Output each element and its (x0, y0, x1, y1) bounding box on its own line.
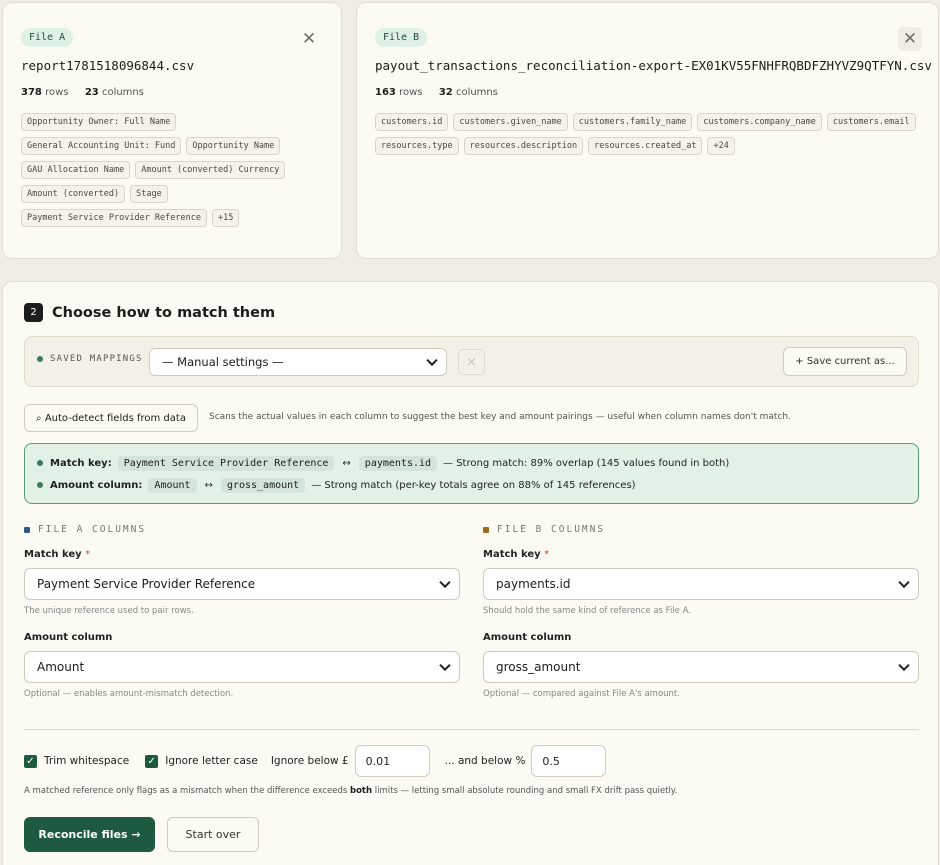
file-b-card: File B ✕ payout_transactions_reconciliat… (356, 2, 939, 259)
step-number-badge: 2 (24, 303, 43, 322)
column-chip: resources.created_at (588, 137, 703, 155)
trim-whitespace-checkbox[interactable]: ✓ (24, 754, 37, 768)
file-b-match-key-help: Should hold the same kind of reference a… (483, 606, 691, 616)
file-a-marker-icon (24, 526, 30, 533)
file-b-column-list: customers.id customers.given_name custom… (375, 113, 920, 155)
file-b-match-key-select[interactable]: payments.id (483, 568, 919, 600)
bidirectional-arrow-icon: ↔ (342, 457, 351, 469)
file-a-column-count: 23 (84, 87, 99, 98)
clear-mapping-button[interactable]: × (458, 349, 485, 375)
saved-mappings-select[interactable]: — Manual settings — (149, 348, 447, 376)
detected-amount-a: Amount (148, 477, 197, 493)
chevron-down-icon (898, 659, 910, 672)
file-a-tag: File A (21, 28, 74, 47)
tolerance-options: ✓ Trim whitespace ✓ Ignore letter case I… (24, 745, 607, 777)
saved-mappings-bar: SAVED MAPPINGS — Manual settings — × + S… (24, 336, 919, 387)
step-header: 2 Choose how to match them (24, 303, 275, 322)
column-chip: Opportunity Owner: Full Name (21, 113, 177, 131)
column-chip: customers.given_name (453, 113, 568, 131)
chevron-down-icon (439, 576, 451, 589)
close-icon[interactable]: ✕ (898, 27, 922, 51)
and-below-label: ... and below % (444, 755, 526, 767)
file-b-rows-label: rows (399, 87, 423, 98)
close-icon[interactable]: ✕ (297, 27, 321, 51)
trim-whitespace-label: Trim whitespace (44, 755, 130, 767)
file-a-match-key-label: Match key * (24, 549, 91, 560)
file-b-column-count: 32 (438, 87, 453, 98)
chevron-down-icon (439, 659, 451, 672)
file-a-card: File A ✕ report1781518096844.csv 378 row… (2, 2, 342, 259)
file-b-amount-help: Optional — compared against File A's amo… (483, 689, 680, 699)
detected-amount-b: gross_amount (220, 477, 306, 493)
file-a-match-key-select[interactable]: Payment Service Provider Reference (24, 568, 460, 600)
file-a-amount-label: Amount column (24, 632, 113, 643)
file-a-name: report1781518096844.csv (21, 58, 195, 73)
file-a-columns-header: FILE A COLUMNS (24, 524, 146, 535)
bidirectional-arrow-icon: ↔ (204, 479, 213, 491)
column-chip: Opportunity Name (186, 137, 281, 155)
detected-amount-description: — Strong match (per-key totals agree on … (311, 479, 636, 491)
file-b-tag: File B (375, 28, 428, 47)
file-b-stats: 163 rows 32 columns (375, 87, 920, 98)
divider (24, 729, 919, 730)
status-dot-icon (37, 356, 43, 362)
status-dot-icon (37, 460, 43, 466)
ignore-below-amount-input[interactable]: 0.01 (354, 745, 430, 777)
file-a-row-count: 378 (21, 87, 42, 98)
detection-result: Match key: Payment Service Provider Refe… (24, 443, 919, 504)
file-a-rows-label: rows (45, 87, 69, 98)
column-chip: Stage (130, 185, 168, 203)
chevron-down-icon (426, 354, 438, 367)
column-chip: resources.type (375, 137, 459, 155)
file-b-name: payout_transactions_reconciliation-expor… (375, 58, 932, 73)
column-chip: customers.email (826, 113, 916, 131)
file-b-amount-select[interactable]: gross_amount (483, 651, 919, 683)
file-a-match-key-help: The unique reference used to pair rows. (24, 606, 194, 616)
status-dot-icon (37, 482, 43, 488)
file-b-amount-label: Amount column (483, 632, 572, 643)
chevron-down-icon (898, 576, 910, 589)
ignore-case-checkbox[interactable]: ✓ (145, 754, 159, 768)
start-over-button[interactable]: Start over (167, 817, 259, 852)
file-b-row-count: 163 (375, 87, 396, 98)
file-b-columns-label: columns (455, 87, 498, 98)
ignore-case-label: Ignore letter case (165, 755, 258, 767)
ignore-below-label: Ignore below £ (270, 755, 349, 767)
more-columns-chip: +15 (212, 209, 240, 227)
column-chip: customers.company_name (697, 113, 822, 131)
auto-detect-hint: Scans the actual values in each column t… (209, 412, 791, 422)
detected-amount-column: Amount column: Amount ↔ gross_amount — S… (37, 474, 918, 496)
detected-key-description: — Strong match: 89% overlap (145 values … (443, 457, 730, 469)
saved-mappings-label: SAVED MAPPINGS (37, 354, 143, 364)
column-chip: Payment Service Provider Reference (21, 209, 207, 227)
column-chip: resources.description (463, 137, 584, 155)
file-b-columns-header: FILE B COLUMNS (483, 524, 605, 535)
file-a-amount-help: Optional — enables amount-mismatch detec… (24, 689, 234, 699)
file-a-column-list: Opportunity Owner: Full Name General Acc… (21, 113, 323, 227)
column-chip: customers.family_name (572, 113, 693, 131)
file-a-amount-select[interactable]: Amount (24, 651, 460, 683)
auto-detect-button[interactable]: ⌕ Auto-detect fields from data (24, 404, 198, 432)
column-chip: Amount (converted) (21, 185, 126, 203)
file-a-stats: 378 rows 23 columns (21, 87, 323, 98)
column-chip: Amount (converted) Currency (135, 161, 286, 179)
detected-match-key: Match key: Payment Service Provider Refe… (37, 452, 918, 474)
tolerance-note: A matched reference only flags as a mism… (24, 786, 678, 796)
match-settings-panel: 2 Choose how to match them SAVED MAPPING… (2, 281, 939, 865)
detected-key-b: payments.id (358, 455, 438, 471)
reconcile-files-button[interactable]: Reconcile files → (24, 817, 155, 852)
and-below-percent-input[interactable]: 0.5 (531, 745, 607, 777)
column-chip: customers.id (375, 113, 449, 131)
column-chip: General Accounting Unit: Fund (21, 137, 182, 155)
file-b-marker-icon (483, 526, 489, 533)
detected-key-a: Payment Service Provider Reference (117, 455, 335, 471)
column-chip: GAU Allocation Name (21, 161, 131, 179)
file-a-columns-label: columns (101, 87, 144, 98)
file-b-match-key-label: Match key * (483, 549, 550, 560)
step-title: Choose how to match them (52, 304, 276, 321)
more-columns-chip: +24 (707, 137, 735, 155)
save-mapping-button[interactable]: + Save current as... (783, 347, 907, 376)
